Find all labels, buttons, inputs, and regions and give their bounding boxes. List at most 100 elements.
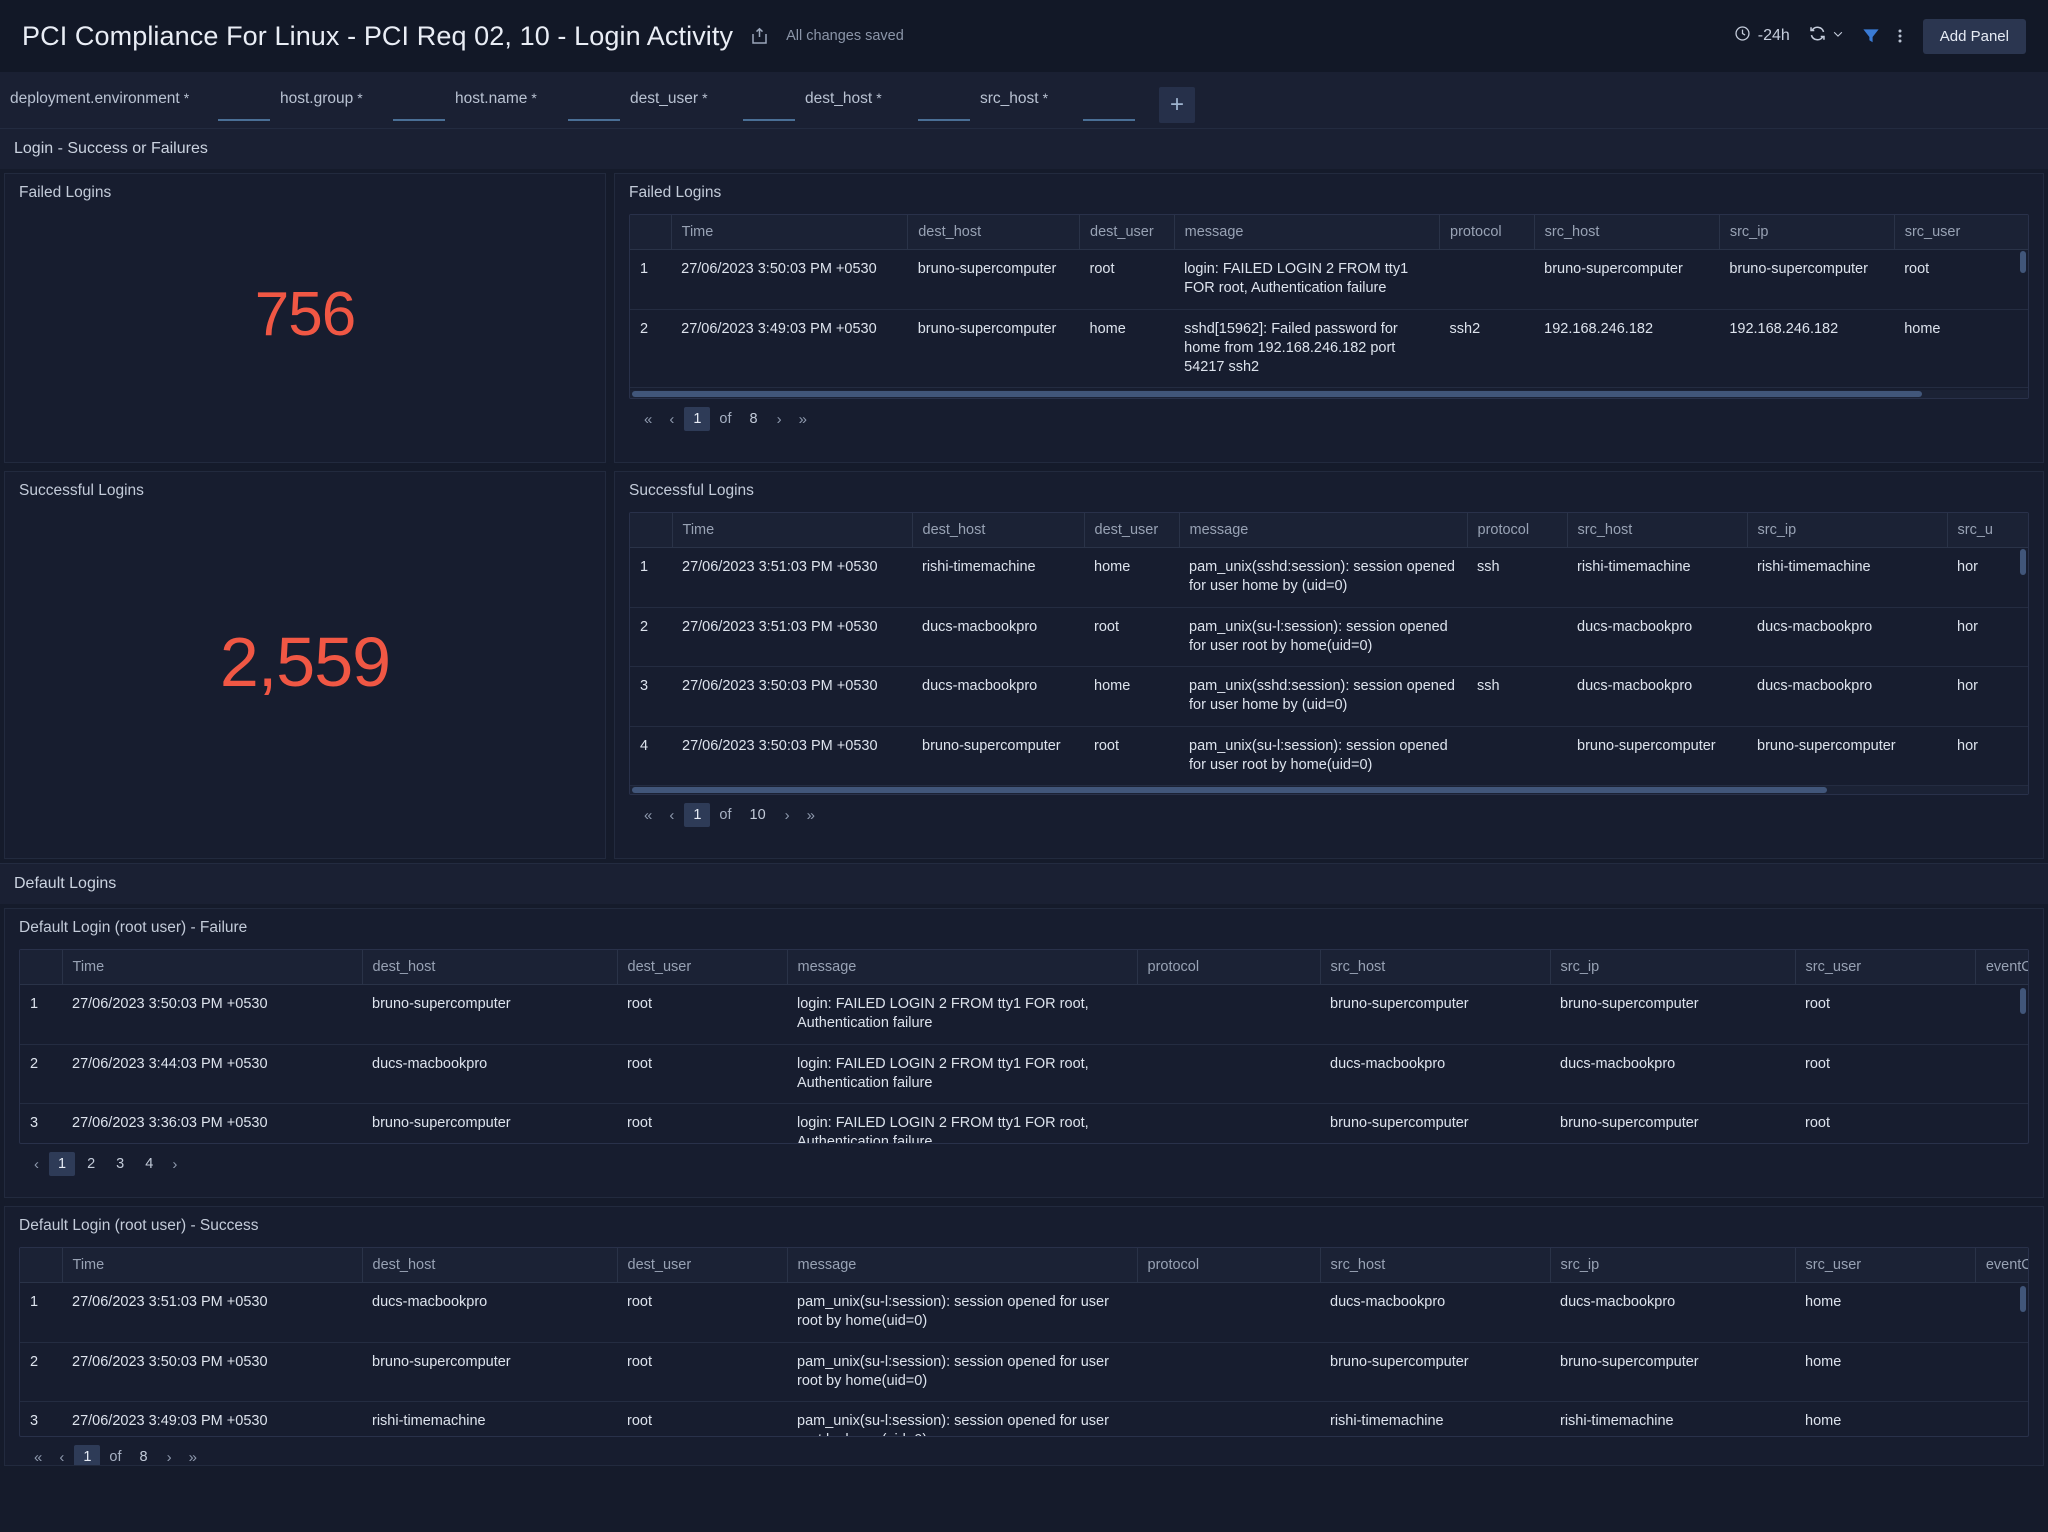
filter-dest-host[interactable]: dest_host * [805,81,980,121]
col-src-ip[interactable]: src_ip [1746,513,1947,548]
current-page[interactable]: 1 [684,803,711,827]
col-src-host[interactable]: src_host [1319,950,1550,985]
col-dest-user[interactable]: dest_user [1083,513,1179,548]
col-src-ip[interactable]: src_ip [1549,950,1795,985]
page-4-button[interactable]: 4 [136,1152,162,1176]
col-message[interactable]: message [786,1248,1137,1283]
filter-dest-user[interactable]: dest_user * [630,81,805,121]
table-row[interactable]: 3 27/06/2023 3:36:03 PM +0530 bruno-superc… [20,1103,2028,1143]
col-index[interactable] [630,215,672,250]
col-index[interactable] [20,950,62,985]
col-time[interactable]: Time [61,1248,362,1283]
col-protocol[interactable]: protocol [1136,1248,1320,1283]
filter-host-name[interactable]: host.name * [455,81,630,121]
table-vertical-scrollbar[interactable] [2020,251,2026,273]
table-row[interactable]: 1 27/06/2023 3:51:03 PM +0530 ducs-macbook… [20,1282,2028,1343]
table-vertical-scrollbar[interactable] [2020,988,2026,1014]
filter-src-host[interactable]: src_host * [980,81,1145,121]
add-filter-button[interactable]: + [1159,87,1195,123]
filter-input-underline[interactable] [218,119,270,121]
table-horizontal-scrollbar[interactable] [630,786,2028,794]
prev-page-button[interactable]: ‹ [662,804,681,827]
filter-icon[interactable] [1853,20,1889,52]
next-page-button[interactable]: › [778,804,797,827]
col-protocol[interactable]: protocol [1466,513,1567,548]
col-src-user[interactable]: src_user [1794,1248,1975,1283]
table-row[interactable]: 1 27/06/2023 3:51:03 PM +0530 rishi-timema… [630,547,2028,608]
last-page-button[interactable]: » [800,804,822,827]
col-time[interactable]: Time [671,513,912,548]
col-src-host[interactable]: src_host [1566,513,1747,548]
filter-deployment-environment[interactable]: deployment.environment * [10,81,280,121]
table-vertical-scrollbar[interactable] [2020,1286,2026,1312]
col-event-count[interactable]: eventCount [1974,1248,2028,1283]
col-event-count[interactable]: eventCount [1974,950,2028,985]
table-horizontal-scrollbar[interactable] [630,390,2028,398]
table-row[interactable]: 1 27/06/2023 3:50:03 PM +0530 bruno-superc… [20,984,2028,1045]
table-row[interactable]: 1 27/06/2023 3:50:03 PM +0530 bruno-supe… [630,249,2028,310]
page-1-button[interactable]: 1 [49,1152,76,1176]
table-row[interactable]: 2 27/06/2023 3:49:03 PM +0530 bruno-supe… [630,309,2028,389]
last-page-button[interactable]: » [792,408,814,431]
page-3-button[interactable]: 3 [107,1152,133,1176]
col-message[interactable]: message [786,950,1137,985]
first-page-button[interactable]: « [27,1446,49,1466]
col-src-user[interactable]: src_u [1946,513,2028,548]
page-2-button[interactable]: 2 [78,1152,104,1176]
time-range-picker[interactable]: -24h [1724,19,1800,53]
share-icon[interactable] [750,26,770,46]
cell-time: 27/06/2023 3:49:03 PM +0530 [62,1401,362,1436]
col-message[interactable]: message [1173,215,1440,250]
col-protocol[interactable]: protocol [1439,215,1535,250]
table-row[interactable]: 2 27/06/2023 3:44:03 PM +0530 ducs-macbook… [20,1044,2028,1105]
col-src-host[interactable]: src_host [1533,215,1720,250]
filter-input-underline[interactable] [743,119,795,121]
prev-page-button[interactable]: ‹ [27,1153,46,1176]
col-src-host[interactable]: src_host [1319,1248,1550,1283]
col-dest-user[interactable]: dest_user [1079,215,1175,250]
col-time[interactable]: Time [61,950,362,985]
filter-input-underline[interactable] [1083,119,1135,121]
next-page-button[interactable]: › [165,1153,184,1176]
col-dest-user[interactable]: dest_user [616,1248,787,1283]
col-dest-host[interactable]: dest_host [911,513,1084,548]
current-page[interactable]: 1 [684,407,711,431]
col-src-user[interactable]: src_user [1794,950,1975,985]
col-src-user[interactable]: src_user [1893,215,2028,250]
first-page-button[interactable]: « [637,804,659,827]
current-page[interactable]: 1 [74,1445,101,1465]
col-src-ip[interactable]: src_ip [1718,215,1895,250]
table-row[interactable]: 3 27/06/2023 3:49:03 PM +0530 rishi-timema… [20,1401,2028,1436]
filter-input-underline[interactable] [568,119,620,121]
panel-default-login-failure: Default Login (root user) - Failure Time… [4,908,2044,1198]
prev-page-button[interactable]: ‹ [662,408,681,431]
col-dest-host[interactable]: dest_host [361,950,617,985]
next-page-button[interactable]: › [770,408,789,431]
last-page-button[interactable]: » [182,1446,204,1466]
col-index[interactable] [20,1248,62,1283]
next-page-button[interactable]: › [160,1446,179,1466]
filter-input-underline[interactable] [393,119,445,121]
filter-host-group[interactable]: host.group * [280,81,455,121]
col-time[interactable]: Time [670,215,908,250]
table-vertical-scrollbar[interactable] [2020,549,2026,575]
filter-input-underline[interactable] [918,119,970,121]
refresh-icon[interactable] [1808,24,1827,48]
refresh-control[interactable] [1800,18,1853,54]
chevron-down-icon[interactable] [1831,27,1845,46]
col-index[interactable] [630,513,672,548]
first-page-button[interactable]: « [637,408,659,431]
add-panel-button[interactable]: Add Panel [1922,18,2026,54]
col-src-ip[interactable]: src_ip [1549,1248,1795,1283]
col-dest-host[interactable]: dest_host [907,215,1080,250]
more-vertical-icon[interactable] [1889,20,1911,52]
table-row[interactable]: 4 27/06/2023 3:50:03 PM +0530 bruno-superc… [630,726,2028,787]
table-row[interactable]: 2 27/06/2023 3:50:03 PM +0530 bruno-superc… [20,1342,2028,1403]
col-dest-user[interactable]: dest_user [616,950,787,985]
table-row[interactable]: 2 27/06/2023 3:51:03 PM +0530 ducs-macbook… [630,607,2028,668]
prev-page-button[interactable]: ‹ [52,1446,71,1466]
col-protocol[interactable]: protocol [1136,950,1320,985]
col-message[interactable]: message [1178,513,1467,548]
col-dest-host[interactable]: dest_host [361,1248,617,1283]
table-row[interactable]: 3 27/06/2023 3:50:03 PM +0530 ducs-macbook… [630,666,2028,727]
